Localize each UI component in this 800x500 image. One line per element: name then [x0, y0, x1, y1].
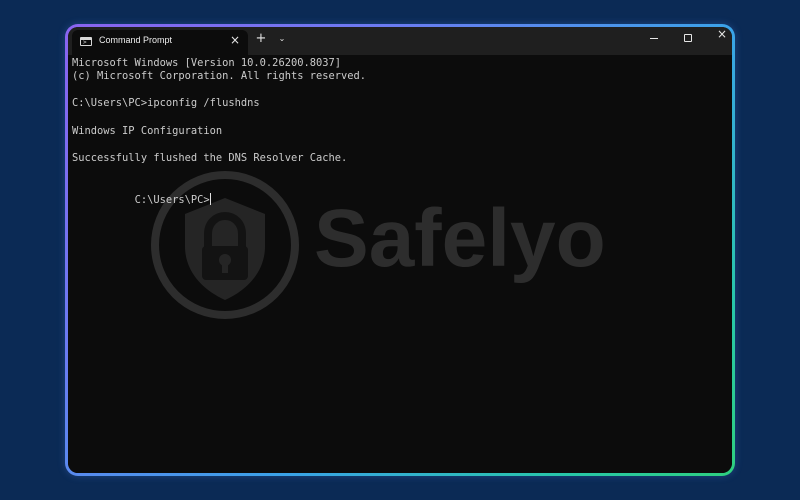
terminal-line-5: Successfully flushed the DNS Resolver Ca… [72, 152, 348, 164]
new-tab-button[interactable]: + [254, 32, 268, 46]
close-tab-icon[interactable]: × [228, 33, 242, 47]
page: > Command Prompt × + ⌄ × Safelyo Microso… [0, 0, 800, 500]
close-icon: × [716, 27, 728, 41]
tab-title: Command Prompt [99, 35, 173, 45]
terminal-line-4: Windows IP Configuration [72, 125, 223, 137]
watermark-text: Safelyo [314, 193, 606, 284]
minimize-button[interactable] [637, 27, 671, 49]
window-frame: > Command Prompt × + ⌄ × Safelyo Microso… [65, 24, 735, 476]
text-cursor [209, 193, 211, 205]
maximize-icon [684, 34, 692, 42]
tab-command-prompt[interactable]: > Command Prompt × [72, 30, 248, 55]
prompt-line[interactable]: C:\Users\PC> [72, 180, 211, 220]
terminal-line-1: Microsoft Windows [Version 10.0.26200.80… [72, 57, 341, 69]
minimize-icon [650, 38, 658, 39]
terminal-line-3: C:\Users\PC>ipconfig /flushdns [72, 97, 260, 109]
terminal-line-2: (c) Microsoft Corporation. All rights re… [72, 70, 367, 82]
watermark: Safelyo [150, 170, 650, 320]
prompt-text: C:\Users\PC> [134, 194, 210, 206]
command-prompt-window: > Command Prompt × + ⌄ × Safelyo Microso… [68, 27, 732, 473]
terminal-output[interactable]: Safelyo Microsoft Windows [Version 10.0.… [68, 55, 732, 473]
title-bar[interactable]: > Command Prompt × + ⌄ × [68, 27, 732, 55]
terminal-icon: > [80, 37, 92, 46]
chevron-down-icon[interactable]: ⌄ [276, 33, 288, 45]
maximize-button[interactable] [671, 27, 705, 49]
close-window-button[interactable]: × [705, 27, 732, 49]
